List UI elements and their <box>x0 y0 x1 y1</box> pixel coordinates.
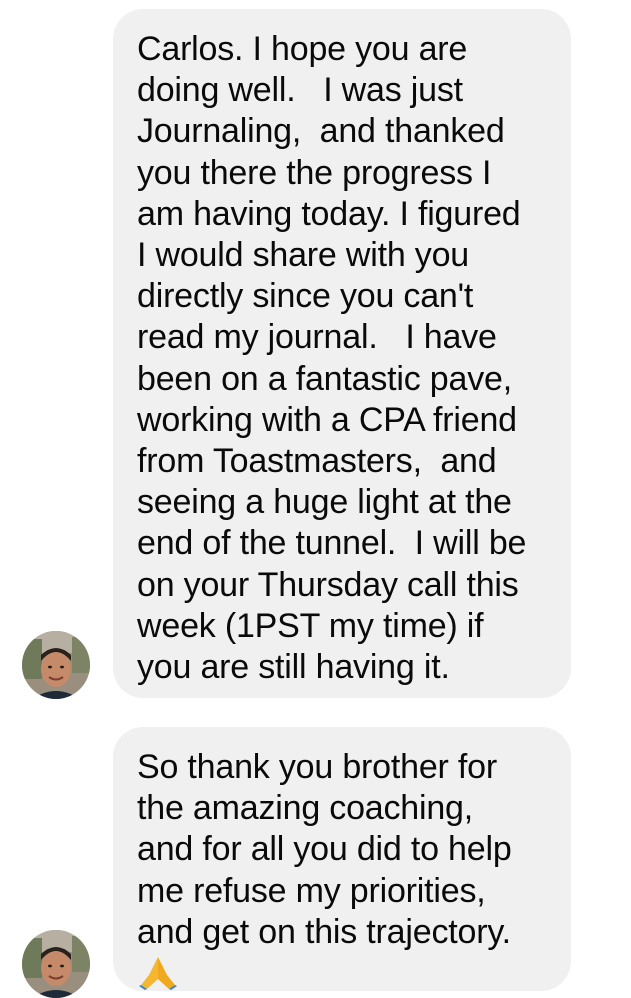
avatar-photo-icon <box>22 930 90 998</box>
message-line: and for all you did to help <box>137 830 512 869</box>
message-line: I would share with you <box>137 236 469 275</box>
folded-hands-icon <box>139 957 177 991</box>
message-line: you there the progress I <box>137 153 492 192</box>
message-line: seeing a huge light at the <box>137 483 512 522</box>
message-line: and get on this trajectory. <box>137 912 511 951</box>
message-line: the amazing coaching, <box>137 789 474 828</box>
message-line: on your Thursday call this <box>137 565 519 604</box>
message-line: Journaling, and thanked <box>137 112 505 151</box>
message-line: from Toastmasters, and <box>137 442 497 481</box>
message-line: read my journal. I have <box>137 318 497 357</box>
message-line: been on a fantastic pave, <box>137 359 512 398</box>
message-line: week (1PST my time) if <box>137 606 484 645</box>
message-line: directly since you can't <box>137 277 474 316</box>
message-line: am having today. I figured <box>137 194 521 233</box>
sender-avatar[interactable] <box>22 930 90 998</box>
message-line: Carlos. I hope you are <box>137 30 468 68</box>
message-line: me refuse my priorities, <box>137 871 486 910</box>
avatar-photo-icon <box>22 631 90 699</box>
message-line: end of the tunnel. I will be <box>137 524 527 563</box>
message-line: doing well. I was just <box>137 71 463 110</box>
message-line: you are still having it. <box>137 648 450 687</box>
sender-avatar[interactable] <box>22 631 90 699</box>
message-bubble-2[interactable]: So thank you brother for the amazing coa… <box>113 727 571 991</box>
message-bubble-1[interactable]: Carlos. I hope you are doing well. I was… <box>113 9 571 698</box>
message-line: working with a CPA friend <box>137 400 517 439</box>
message-line: So thank you brother for <box>137 748 497 786</box>
